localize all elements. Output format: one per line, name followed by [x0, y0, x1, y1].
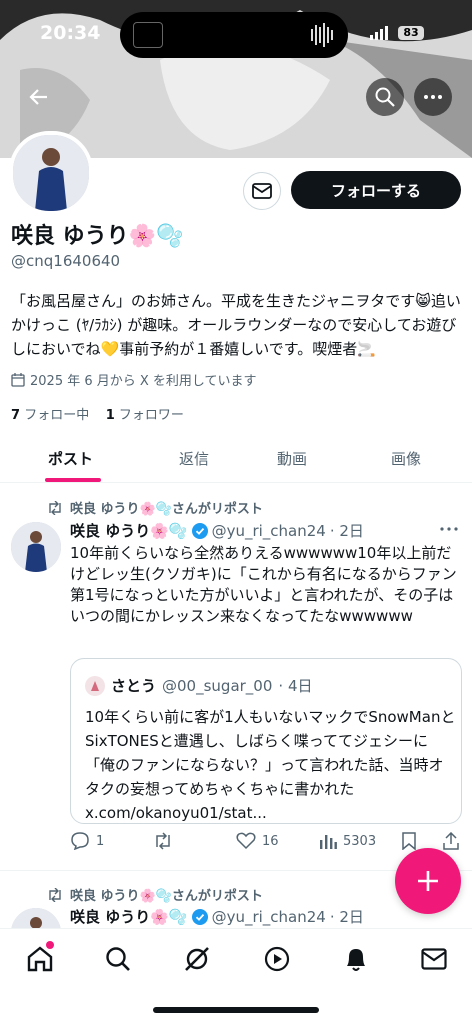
home-notification-dot: [46, 941, 54, 949]
home-icon: [27, 946, 53, 972]
quote-time: · 4日: [278, 677, 313, 695]
more-icon: [424, 95, 442, 99]
nav-search[interactable]: [98, 939, 138, 979]
post-author-name[interactable]: 咲良 ゆうり🌸🫧: [70, 520, 188, 541]
post-time-2[interactable]: · 2日: [330, 906, 364, 927]
profile-bio: 「お風呂屋さん」のお姉さん。平成を生きたジャニヲタです😸追いかけっこ (ﾔ/ﾗｶ…: [11, 292, 461, 358]
tab-videos[interactable]: 動画: [277, 448, 307, 469]
post-header: 咲良 ゆうり🌸🫧 @yu_ri_chan24 · 2日: [70, 520, 364, 541]
post-avatar[interactable]: [11, 522, 61, 572]
followers-label: フォロワー: [118, 408, 184, 423]
following-link[interactable]: 7 フォロー中: [11, 408, 89, 423]
share-icon: [443, 832, 459, 850]
nav-messages[interactable]: [414, 939, 454, 979]
quoted-post[interactable]: さとう @00_sugar_00 · 4日 10年くらい前に客が1人もいないマッ…: [70, 658, 462, 824]
repost-indicator-2[interactable]: 咲良 ゆうり🌸🫧さんがリポスト: [46, 885, 263, 904]
quote-author-name: さとう: [111, 677, 157, 695]
follow-stats: 7 フォロー中 1 フォロワー: [11, 404, 184, 423]
bell-icon: [347, 949, 365, 971]
bookmark-button[interactable]: [401, 832, 417, 850]
quote-text: 10年くらい前に客が1人もいないマックでSnowManとSixTONESと遭遇し…: [85, 708, 456, 822]
signal-icon: [370, 26, 388, 40]
post-time[interactable]: · 2日: [330, 520, 364, 541]
tab-images[interactable]: 画像: [391, 448, 421, 469]
profile-avatar[interactable]: [9, 131, 93, 215]
search-icon: [106, 947, 130, 971]
nav-notifications[interactable]: [336, 939, 376, 979]
repost-icon: [49, 500, 61, 515]
status-time: 20:34: [40, 22, 101, 44]
home-indicator: [153, 1007, 319, 1013]
reply-icon: [71, 832, 89, 850]
post-author-handle-2[interactable]: @yu_ri_chan24: [212, 908, 326, 926]
grok-icon: [185, 947, 209, 971]
calendar-icon: [11, 372, 25, 387]
post-header-2: 咲良 ゆうり🌸🫧 @yu_ri_chan24 · 2日: [70, 906, 364, 927]
tab-posts[interactable]: ポスト: [48, 448, 93, 469]
repost-button[interactable]: [152, 832, 174, 850]
reply-button[interactable]: 1: [70, 832, 104, 850]
search-button[interactable]: [366, 78, 404, 116]
quote-author-handle: @00_sugar_00: [162, 676, 273, 695]
verified-icon: [191, 908, 208, 925]
joined-date: 2025 年 6 月から X を利用しています: [11, 370, 257, 389]
like-button[interactable]: 16: [236, 832, 279, 850]
views-button[interactable]: 5303: [319, 832, 376, 850]
repost-icon: [156, 832, 170, 850]
post-actions: 1 16 5303: [70, 832, 462, 856]
views-count: 5303: [343, 833, 377, 849]
mail-icon: [252, 183, 272, 199]
bookmark-icon: [402, 832, 416, 850]
profile-handle: @cnq1640640: [11, 252, 121, 270]
repost-icon: [49, 887, 61, 902]
plus-icon: [418, 871, 438, 891]
repost-label: 咲良 ゆうり🌸🫧さんがリポスト: [70, 502, 263, 517]
back-button[interactable]: [20, 78, 58, 116]
back-arrow-icon: [29, 89, 47, 105]
followers-count: 1: [105, 408, 115, 423]
search-icon: [375, 87, 395, 107]
mail-icon: [421, 948, 447, 970]
post-author-handle[interactable]: @yu_ri_chan24: [212, 522, 326, 540]
battery-indicator: 83: [398, 26, 424, 40]
active-tab-indicator: [45, 478, 101, 482]
profile-tabs: ポスト 返信 動画 画像: [0, 438, 472, 483]
post-author-name-2[interactable]: 咲良 ゆうり🌸🫧: [70, 906, 188, 927]
following-count: 7: [11, 408, 21, 423]
views-icon: [320, 835, 337, 849]
joined-text: 2025 年 6 月から X を利用しています: [30, 374, 257, 389]
quote-avatar: [85, 675, 105, 696]
post-text: 10年前くらいなら全然ありえるwwwwww10年以上前だけどレッ生(クソガキ)に…: [70, 544, 457, 625]
post-more-icon[interactable]: [440, 526, 458, 532]
share-button[interactable]: [442, 832, 460, 850]
more-options-button[interactable]: [414, 78, 452, 116]
like-icon: [236, 832, 256, 850]
play-icon: [264, 946, 290, 972]
compose-button[interactable]: [395, 848, 461, 914]
repost-indicator[interactable]: 咲良 ゆうり🌸🫧さんがリポスト: [46, 498, 263, 517]
repost-label-2: 咲良 ゆうり🌸🫧さんがリポスト: [70, 889, 263, 904]
follow-button[interactable]: フォローする: [291, 171, 461, 209]
nav-video[interactable]: [257, 939, 297, 979]
reply-count: 1: [96, 833, 105, 849]
followers-link[interactable]: 1 フォロワー: [106, 408, 184, 423]
island-waveform-icon: [311, 23, 333, 47]
following-label: フォロー中: [24, 408, 90, 423]
message-button[interactable]: [243, 172, 281, 210]
like-count: 16: [262, 833, 279, 849]
tab-replies[interactable]: 返信: [179, 448, 209, 469]
profile-name: 咲良 ゆうり🌸🫧: [11, 224, 184, 249]
nav-home[interactable]: [20, 939, 60, 979]
nav-grok[interactable]: [177, 939, 217, 979]
quote-header: さとう @00_sugar_00 · 4日: [85, 675, 313, 696]
island-media-icon: [133, 22, 163, 48]
verified-icon: [191, 522, 208, 539]
